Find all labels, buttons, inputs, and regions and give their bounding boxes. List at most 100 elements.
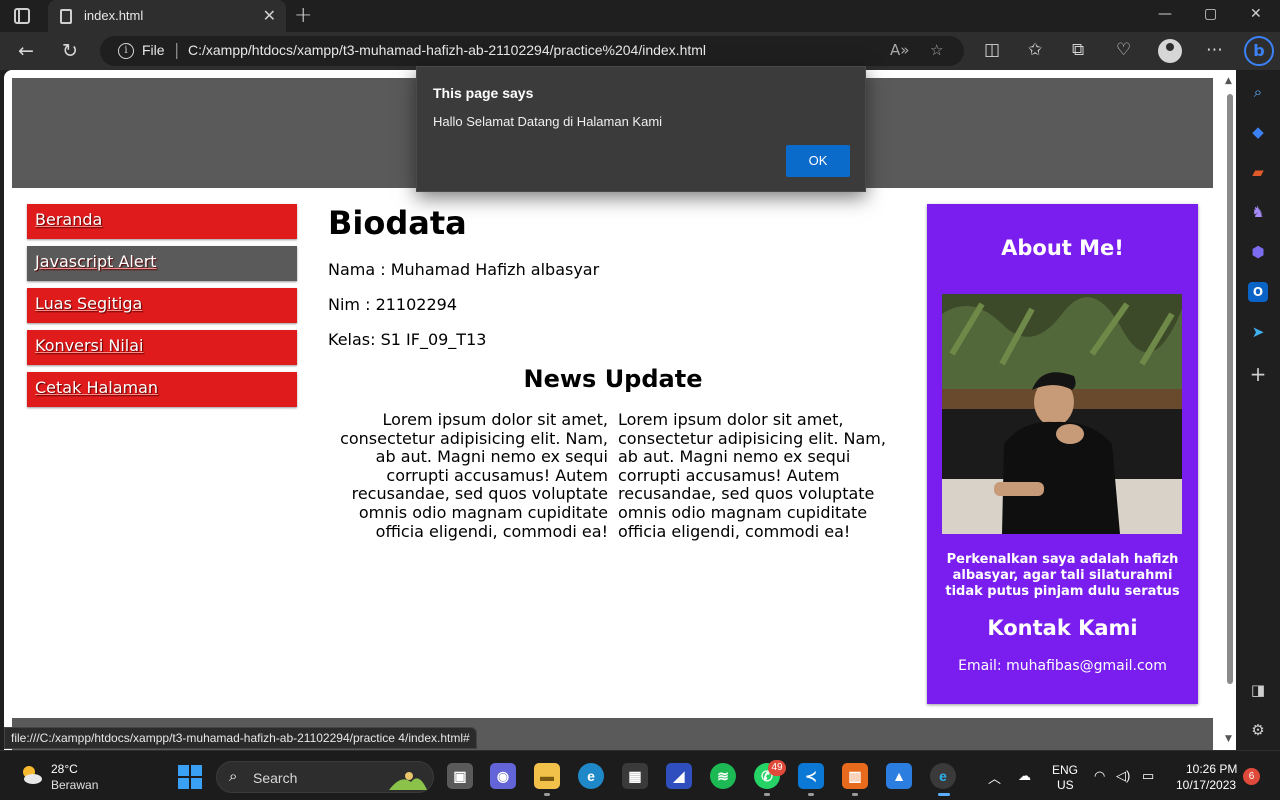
running-indicator: [544, 793, 550, 796]
vscode-icon[interactable]: ≺: [798, 763, 824, 789]
restore-icon[interactable]: ▢: [1204, 6, 1217, 22]
favorites-icon[interactable]: ✩: [1028, 40, 1042, 60]
document-icon: [60, 9, 72, 24]
address-toolbar: ← ↻ i File | C:/xampp/htdocs/xampp/t3-mu…: [0, 32, 1280, 70]
windows-taskbar: 28°C Berawan ⌕ Search ▣ ◉ ▬ e ▦ ◢ ≋ ✆ 49…: [0, 750, 1280, 800]
address-bar[interactable]: i File | C:/xampp/htdocs/xampp/t3-muhama…: [100, 36, 964, 66]
tab-active[interactable]: index.html ✕: [48, 0, 286, 32]
refresh-icon[interactable]: ↻: [62, 40, 78, 62]
news-column-left: Lorem ipsum dolor sit amet, consectetur …: [340, 410, 608, 541]
split-screen-icon[interactable]: ◫: [984, 40, 1000, 60]
news-column-right: Lorem ipsum dolor sit amet, consectetur …: [618, 410, 886, 541]
scroll-up-icon[interactable]: ▲: [1225, 76, 1232, 86]
start-windows-icon[interactable]: [178, 765, 202, 789]
add-sidebar-app-icon[interactable]: +: [1248, 364, 1268, 384]
vertical-scrollbar[interactable]: ▲ ▼: [1224, 74, 1236, 750]
bio-nama: Nama : Muhamad Hafizh albasyar: [328, 260, 600, 279]
language-indicator[interactable]: ENG: [1052, 763, 1078, 777]
show-hidden-icons-chevron-icon[interactable]: ︿: [988, 768, 1001, 787]
task-view-icon[interactable]: ▣: [447, 763, 473, 789]
m365-icon[interactable]: ⬢: [1248, 242, 1268, 262]
new-tab-button[interactable]: +: [294, 3, 312, 28]
hide-sidebar-icon[interactable]: ◨: [1248, 680, 1268, 700]
news-columns: Lorem ipsum dolor sit amet, consectetur …: [328, 410, 898, 541]
sidebar-settings-gear-icon[interactable]: ⚙: [1248, 720, 1268, 740]
keyboard-layout[interactable]: US: [1057, 778, 1074, 792]
search-icon[interactable]: ⌕: [1248, 82, 1268, 102]
back-arrow-icon[interactable]: ←: [18, 40, 34, 62]
teams-chat-icon[interactable]: ◉: [490, 763, 516, 789]
nav-item-javascript-alert[interactable]: Javascript Alert: [27, 246, 297, 281]
spotify-icon[interactable]: ≋: [710, 763, 736, 789]
alert-dialog: This page says Hallo Selamat Datang di H…: [416, 66, 866, 192]
url-text[interactable]: C:/xampp/htdocs/xampp/t3-muhamad-hafizh-…: [188, 42, 706, 58]
status-bar-url: file:///C:/xampp/htdocs/xampp/t3-muhamad…: [4, 727, 477, 749]
volume-icon[interactable]: ◁): [1116, 768, 1130, 784]
active-app-indicator: [938, 793, 950, 796]
favorite-star-icon[interactable]: ☆: [930, 41, 943, 59]
bio-kelas: Kelas: S1 IF_09_T13: [328, 330, 487, 349]
notification-count-badge[interactable]: 6: [1243, 768, 1260, 785]
collections-icon[interactable]: ⧉: [1072, 40, 1084, 60]
tab-bar: index.html ✕ + — ▢ ✕: [0, 0, 1280, 32]
whatsapp-badge: 49: [768, 760, 786, 776]
weather-temperature[interactable]: 28°C: [51, 762, 78, 776]
taskbar-search[interactable]: ⌕ Search: [216, 761, 434, 793]
nav-item-cetak-halaman[interactable]: Cetak Halaman: [27, 372, 297, 407]
site-nav: Beranda Javascript Alert Luas Segitiga K…: [27, 204, 297, 414]
edge-dev-icon[interactable]: e: [930, 763, 956, 789]
profile-photo: [942, 294, 1182, 534]
xampp-icon[interactable]: ▥: [842, 763, 868, 789]
drop-send-icon[interactable]: ➤: [1248, 322, 1268, 342]
main-content: Biodata Nama : Muhamad Hafizh albasyar N…: [328, 204, 898, 541]
microsoft-store-icon[interactable]: ▦: [622, 763, 648, 789]
wifi-icon[interactable]: ◠: [1094, 768, 1105, 784]
weather-cloud-sun-icon[interactable]: [18, 762, 44, 788]
nav-item-beranda[interactable]: Beranda: [27, 204, 297, 239]
running-indicator: [808, 793, 814, 796]
about-intro-text: Perkenalkan saya adalah hafizh albasyar,…: [945, 552, 1180, 599]
url-separator: |: [174, 40, 180, 59]
more-menu-icon[interactable]: ⋯: [1206, 40, 1223, 60]
dialog-title: This page says: [433, 85, 534, 101]
tab-title: index.html: [84, 8, 144, 23]
clock-time[interactable]: 10:26 PM: [1186, 762, 1237, 776]
running-indicator: [852, 793, 858, 796]
biodata-title: Biodata: [328, 204, 467, 242]
onedrive-cloud-icon[interactable]: ☁: [1018, 768, 1031, 784]
tab-close-button[interactable]: ✕: [263, 6, 276, 25]
edge-sidebar: ⌕ ◆ ▰ ♞ ⬢ O ➤ + ◨ ⚙: [1236, 70, 1280, 750]
search-icon: ⌕: [229, 768, 238, 785]
tools-icon[interactable]: ▰: [1248, 162, 1268, 182]
close-window-icon[interactable]: ✕: [1250, 6, 1262, 22]
dialog-message: Hallo Selamat Datang di Halaman Kami: [433, 114, 663, 129]
info-icon[interactable]: i: [118, 43, 134, 59]
battery-icon[interactable]: ▭: [1142, 768, 1154, 784]
scroll-down-icon[interactable]: ▼: [1225, 734, 1232, 744]
nav-item-konversi-nilai[interactable]: Konversi Nilai: [27, 330, 297, 365]
edge-icon[interactable]: e: [578, 763, 604, 789]
clock-date[interactable]: 10/17/2023: [1176, 778, 1236, 792]
contact-email: Email: muhafibas@gmail.com: [958, 658, 1167, 674]
weather-description[interactable]: Berawan: [51, 778, 98, 792]
outlook-icon[interactable]: O: [1248, 282, 1268, 302]
profile-avatar[interactable]: [1158, 39, 1182, 63]
minimize-icon[interactable]: —: [1158, 6, 1172, 22]
scroll-thumb[interactable]: [1227, 94, 1233, 684]
nav-item-luas-segitiga[interactable]: Luas Segitiga: [27, 288, 297, 323]
search-highlight-icon: [389, 772, 427, 790]
copilot-icon[interactable]: b: [1244, 36, 1274, 66]
about-sidebar: About Me! Perkenalkan saya adalah hafizh…: [927, 204, 1198, 704]
photos-icon[interactable]: ▲: [886, 763, 912, 789]
running-indicator: [764, 793, 770, 796]
games-icon[interactable]: ♞: [1248, 202, 1268, 222]
read-aloud-icon[interactable]: A»: [890, 41, 909, 59]
dialog-ok-button[interactable]: OK: [786, 145, 850, 177]
about-title: About Me!: [1001, 236, 1124, 260]
tab-actions-icon[interactable]: [14, 8, 30, 24]
shopping-tag-icon[interactable]: ◆: [1248, 122, 1268, 142]
file-explorer-icon[interactable]: ▬: [534, 763, 560, 789]
bio-nim: Nim : 21102294: [328, 295, 457, 314]
visual-studio-code-alt-icon[interactable]: ◢: [666, 763, 692, 789]
browser-essentials-icon[interactable]: ♡: [1116, 40, 1131, 60]
